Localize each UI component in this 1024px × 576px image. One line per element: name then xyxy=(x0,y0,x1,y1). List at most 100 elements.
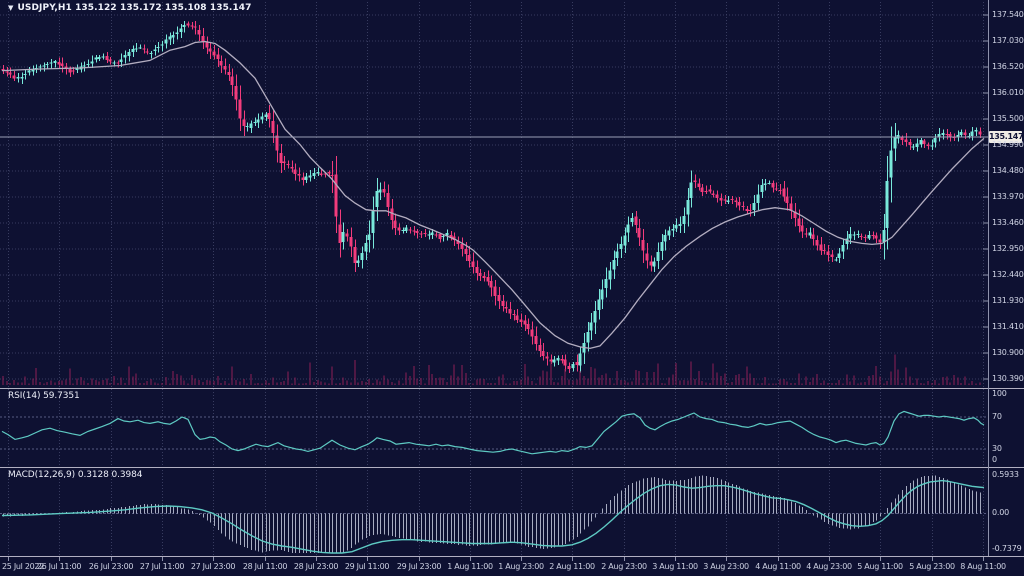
volume-bar xyxy=(769,383,770,385)
candle-body xyxy=(150,53,153,54)
candle-body xyxy=(971,131,974,136)
price-axis-label: 136.010 xyxy=(992,88,1024,98)
volume-bar xyxy=(939,383,940,385)
candle-body xyxy=(468,255,471,261)
collapse-chart-icon[interactable]: ▼ xyxy=(8,4,13,12)
volume-bar xyxy=(577,380,578,385)
volume-bar xyxy=(610,378,611,385)
candle-body xyxy=(509,309,512,314)
candle-body xyxy=(383,189,386,192)
candle-body xyxy=(905,140,908,142)
candle-body xyxy=(786,196,789,203)
chart-canvas[interactable] xyxy=(0,0,1024,576)
volume-bar xyxy=(147,381,148,385)
candle-body xyxy=(376,191,379,207)
candle-body xyxy=(409,229,412,230)
candle-body xyxy=(798,219,801,226)
volume-bar xyxy=(318,380,319,385)
volume-bar xyxy=(121,378,122,385)
candle-body xyxy=(50,62,53,63)
candle-body xyxy=(350,237,353,246)
volume-bar xyxy=(7,381,8,385)
candle-body xyxy=(542,351,545,356)
volume-bar xyxy=(958,377,959,385)
candle-body xyxy=(439,234,442,239)
volume-bar xyxy=(281,382,282,385)
volume-bar xyxy=(458,377,459,385)
volume-bar xyxy=(969,383,970,385)
volume-bar xyxy=(84,380,85,385)
candle-body xyxy=(524,320,527,324)
price-axis-label: 137.030 xyxy=(992,36,1024,46)
volume-bar xyxy=(36,368,37,385)
volume-bar xyxy=(891,372,892,385)
volume-bar xyxy=(96,380,97,385)
candle-body xyxy=(709,189,712,191)
volume-bar xyxy=(466,373,467,385)
candle-body xyxy=(823,250,826,251)
volume-bar xyxy=(258,383,259,385)
candle-body xyxy=(254,122,257,123)
candle-body xyxy=(605,279,608,288)
candle-body xyxy=(139,47,142,48)
volume-bar xyxy=(462,365,463,385)
volume-bar xyxy=(858,383,859,385)
candle-body xyxy=(653,261,656,266)
volume-bar xyxy=(384,375,385,385)
volume-bar xyxy=(639,371,640,385)
candle-body xyxy=(883,230,886,242)
candle-body xyxy=(783,189,786,197)
volume-bar xyxy=(854,376,855,385)
candle-body xyxy=(875,236,878,239)
volume-bar xyxy=(332,366,333,385)
volume-bar xyxy=(947,376,948,385)
candle-body xyxy=(113,63,116,64)
candle-body xyxy=(502,301,505,306)
volume-bar xyxy=(325,382,326,385)
volume-bar xyxy=(913,383,914,385)
candle-body xyxy=(43,65,46,66)
candle-body xyxy=(283,161,286,162)
volume-bar xyxy=(162,383,163,385)
time-axis-label: 26 Jul 11:00 xyxy=(29,562,89,572)
time-axis-label: 29 Jul 11:00 xyxy=(337,562,397,572)
volume-bar xyxy=(699,371,700,385)
candle-body xyxy=(368,235,371,241)
candle-body xyxy=(683,216,686,224)
candle-body xyxy=(731,199,734,200)
candle-body xyxy=(320,173,323,175)
volume-bar xyxy=(173,371,174,385)
candle-body xyxy=(505,307,508,309)
volume-bar xyxy=(129,367,130,385)
volume-bar xyxy=(658,363,659,385)
volume-bar xyxy=(417,379,418,385)
candle-body xyxy=(735,201,738,202)
candle-body xyxy=(498,295,501,301)
candle-body xyxy=(572,364,575,368)
candle-body xyxy=(120,60,123,62)
volume-bar xyxy=(321,381,322,385)
volume-bar xyxy=(651,383,652,385)
volume-bar xyxy=(484,379,485,385)
candle-body xyxy=(746,209,749,211)
volume-bar xyxy=(133,377,134,385)
volume-bar xyxy=(895,355,896,385)
candle-body xyxy=(209,49,212,52)
volume-bar xyxy=(262,383,263,385)
candle-body xyxy=(664,235,667,241)
candle-body xyxy=(472,261,475,267)
time-axis-label: 27 Jul 23:00 xyxy=(183,562,243,572)
candle-body xyxy=(561,359,564,360)
volume-bar xyxy=(181,376,182,385)
volume-bar xyxy=(869,376,870,385)
candle-body xyxy=(309,176,312,178)
candle-body xyxy=(231,77,234,85)
candle-body xyxy=(180,29,183,32)
volume-bar xyxy=(73,383,74,385)
price-axis-label: 130.390 xyxy=(992,374,1024,384)
candle-body xyxy=(946,134,949,135)
candle-body xyxy=(239,99,242,118)
candle-body xyxy=(749,210,752,211)
volume-bar xyxy=(739,374,740,385)
volume-bar xyxy=(665,383,666,385)
